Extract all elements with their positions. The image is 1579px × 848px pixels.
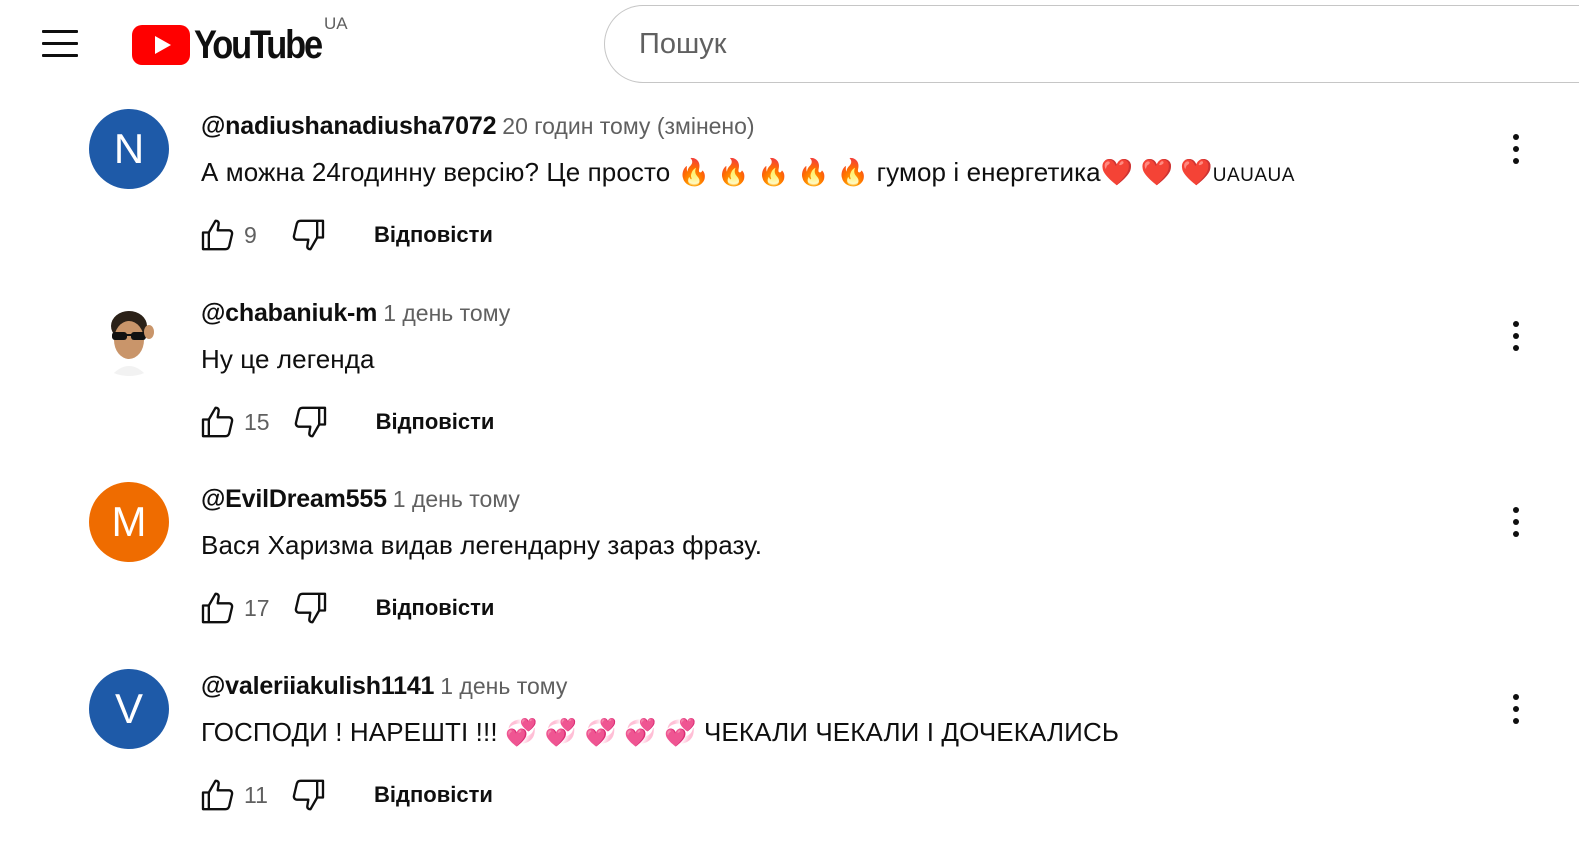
comment-actions: 17 Відповісти: [196, 586, 494, 630]
dislike-button[interactable]: [286, 773, 330, 817]
thumbs-down-icon: [292, 779, 325, 811]
country-code: UA: [324, 14, 348, 33]
like-button[interactable]: [196, 586, 240, 630]
thumbs-up-icon: [201, 779, 234, 811]
like-button[interactable]: [196, 773, 240, 817]
comment-time[interactable]: 1 день тому: [383, 300, 510, 326]
comment-actions: 15 Відповісти: [196, 400, 494, 444]
comment-author[interactable]: @EvilDream555: [201, 485, 387, 513]
comment-text: А можна 24годинну версію? Це просто 🔥 🔥 …: [201, 157, 1295, 188]
comment-text-suffix: UAUAUA: [1212, 165, 1295, 186]
comment: V @valeriiakulish1141 1 день тому ГОСПОДИ…: [0, 669, 1579, 848]
profile-photo-icon: [111, 311, 154, 376]
like-count: 15: [244, 408, 270, 435]
youtube-play-icon: [132, 25, 190, 65]
hamburger-menu-icon[interactable]: [36, 24, 84, 64]
thumbs-down-icon: [294, 592, 326, 624]
avatar-letter: N: [113, 125, 145, 172]
logo-text: YouTube: [194, 22, 323, 67]
avatar-letter: V: [114, 685, 143, 732]
comment-time[interactable]: 1 день тому: [440, 673, 567, 699]
thumbs-down-icon: [292, 219, 325, 251]
like-button[interactable]: [196, 400, 240, 444]
comment-time[interactable]: 1 день тому: [393, 486, 520, 512]
comment-actions: 9 Відповісти: [196, 213, 493, 257]
comment-header: @nadiushanadiusha7072 20 годин тому (змін…: [201, 112, 755, 141]
comment-time[interactable]: 20 годин тому (змінено): [502, 113, 754, 139]
avatar[interactable]: N: [89, 109, 169, 189]
comment-header: @chabaniuk-m 1 день тому: [201, 299, 510, 328]
comment: N @nadiushanadiusha7072 20 годин тому (зм…: [0, 109, 1579, 289]
dislike-button[interactable]: [286, 213, 330, 257]
like-count: 11: [244, 781, 268, 808]
masthead: YouTube UA: [0, 0, 1579, 90]
comment-author[interactable]: @nadiushanadiusha7072: [201, 112, 496, 140]
comment-text-main: Вася Харизма видав легендарну зараз фраз…: [201, 530, 763, 560]
reply-button[interactable]: Відповісти: [376, 409, 495, 435]
thumbs-up-icon: [201, 406, 234, 438]
search-input[interactable]: [639, 24, 1539, 64]
youtube-logo[interactable]: YouTube: [132, 22, 342, 67]
comment-text: Вася Харизма видав легендарну зараз фраз…: [201, 530, 762, 561]
avatar[interactable]: V: [89, 669, 169, 749]
comment-text-main: Ну це легенда: [201, 344, 375, 374]
comment-text-main: А можна 24годинну версію? Це просто 🔥 🔥 …: [201, 157, 1213, 187]
like-count: 17: [244, 594, 270, 621]
dislike-button[interactable]: [288, 586, 332, 630]
more-actions-icon[interactable]: [1496, 689, 1536, 729]
comment-header: @EvilDream555 1 день тому: [201, 485, 520, 514]
thumbs-up-icon: [201, 592, 234, 624]
comment-author[interactable]: @chabaniuk-m: [201, 299, 377, 327]
avatar[interactable]: M: [89, 482, 169, 562]
dislike-button[interactable]: [288, 400, 332, 444]
comment-author[interactable]: @valeriiakulish1141: [201, 672, 434, 700]
reply-button[interactable]: Відповісти: [376, 595, 495, 621]
reply-button[interactable]: Відповісти: [374, 222, 493, 248]
reply-button[interactable]: Відповісти: [374, 782, 493, 808]
comment-text: ГОСПОДИ ! НАРЕШТІ !!! 💞 💞 💞 💞 💞 ЧЕКАЛИ Ч…: [201, 717, 1119, 748]
comment-header: @valeriiakulish1141 1 день тому: [201, 672, 567, 701]
comment-actions: 11 Відповісти: [196, 773, 493, 817]
comment: @chabaniuk-m 1 день тому Ну це легенда 15…: [0, 296, 1579, 476]
like-count: 9: [244, 221, 257, 248]
thumbs-down-icon: [294, 406, 326, 438]
like-button[interactable]: [196, 213, 240, 257]
avatar-letter: M: [111, 498, 147, 545]
comment-text-main: ГОСПОДИ ! НАРЕШТІ !!! 💞 💞 💞 💞 💞 ЧЕКАЛИ Ч…: [201, 717, 1119, 747]
more-actions-icon[interactable]: [1496, 316, 1536, 356]
more-actions-icon[interactable]: [1496, 502, 1536, 542]
more-actions-icon[interactable]: [1496, 129, 1536, 169]
avatar-photo[interactable]: [89, 296, 169, 376]
comment-text: Ну це легенда: [201, 344, 375, 375]
thumbs-up-icon: [201, 219, 234, 251]
comment: M @EvilDream555 1 день тому Вася Харизма …: [0, 482, 1579, 662]
search-box[interactable]: [604, 5, 1579, 83]
